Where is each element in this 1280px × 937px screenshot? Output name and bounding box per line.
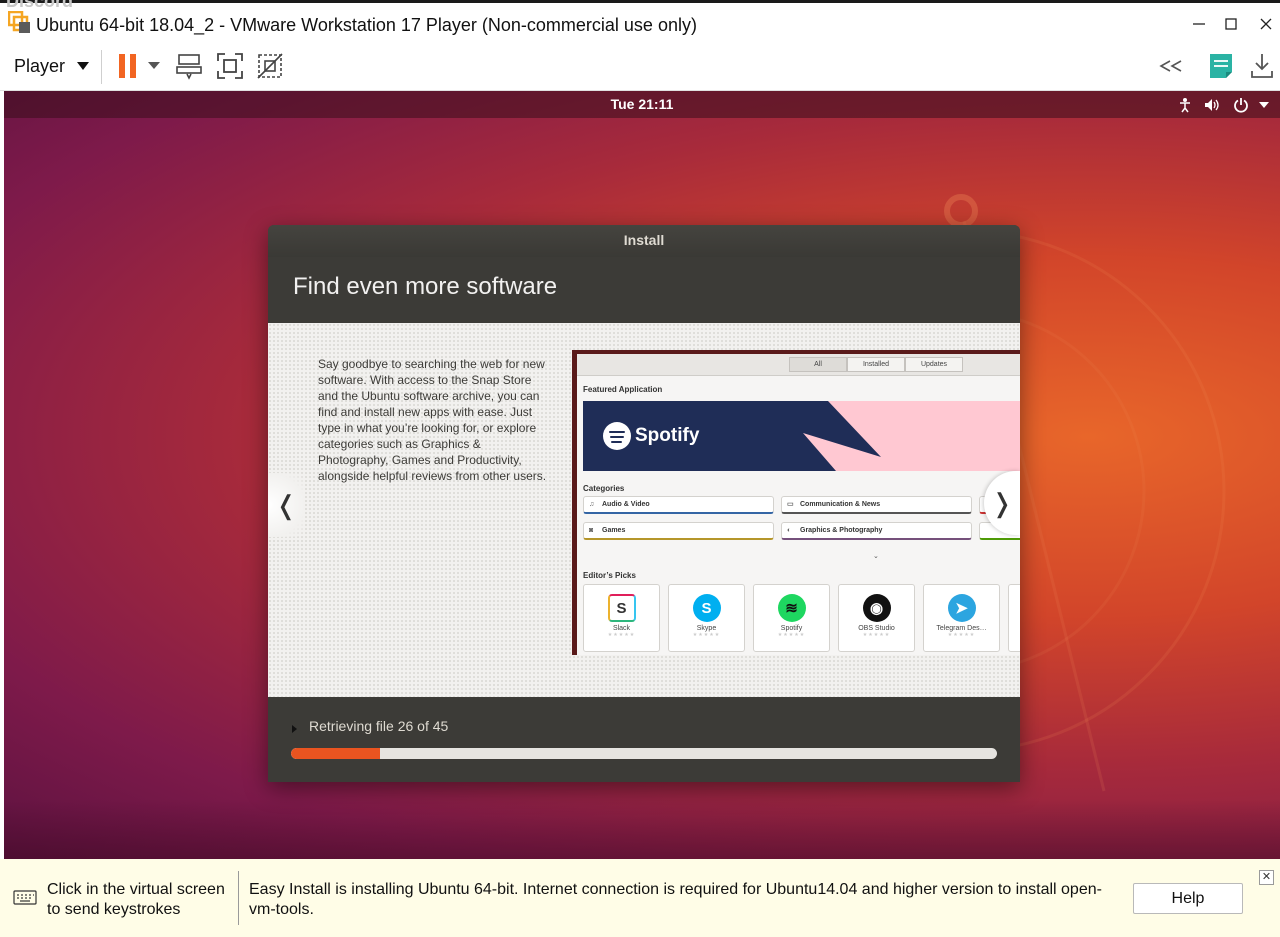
spotify-icon: ≋: [777, 594, 806, 622]
screenshot-tab: All: [789, 357, 847, 372]
installer-title: Install: [268, 225, 1020, 257]
chevron-down-icon[interactable]: [1256, 95, 1272, 115]
download-icon: [1251, 54, 1273, 78]
window-titlebar: Discord Ubuntu 64-bit 18.04_2 - VMware W…: [0, 0, 1280, 42]
power-icon[interactable]: [1231, 95, 1251, 115]
slack-icon: S: [607, 594, 636, 622]
close-icon[interactable]: ✕: [1259, 870, 1274, 885]
progress-status: Retrieving file 26 of 45: [309, 718, 449, 734]
full-screen-button[interactable]: [212, 48, 248, 84]
pick-skype: S Skype ★★★★★: [668, 584, 745, 652]
install-progress-area: Retrieving file 26 of 45: [268, 697, 1020, 782]
window-title: Ubuntu 64-bit 18.04_2 - VMware Workstati…: [36, 15, 697, 35]
minimize-icon: [1193, 23, 1205, 25]
expand-details-icon[interactable]: [292, 725, 297, 733]
double-chevron-left-icon: [1159, 60, 1182, 72]
note-icon: [1210, 54, 1232, 78]
pause-icon: [119, 54, 136, 78]
pause-options-dropdown[interactable]: [140, 48, 168, 84]
spotify-logo: Spotify: [603, 422, 699, 450]
virtual-machine-screen[interactable]: Tue 21:11 Install Find even more softwar…: [4, 91, 1280, 859]
toolbar-divider: [101, 50, 102, 84]
slide-heading: Find even more software: [293, 273, 558, 300]
previous-slide-button[interactable]: ❬: [268, 473, 304, 537]
featured-banner: Spotify: [583, 401, 1020, 471]
maximize-button[interactable]: [1214, 7, 1248, 41]
chat-icon: ▭: [787, 501, 794, 508]
close-icon: [1260, 18, 1272, 30]
volume-icon[interactable]: [1202, 95, 1222, 115]
keyboard-icon: [13, 890, 37, 905]
categories-label: Categories: [583, 484, 625, 493]
vmware-icon: [8, 11, 30, 33]
telegram-icon: ➤: [947, 594, 976, 622]
pick-partial: [1008, 584, 1020, 652]
fullscreen-icon: [217, 53, 243, 79]
installer-window: Install Find even more software Say good…: [268, 225, 1020, 782]
screenshot-header: All Installed Updates: [577, 354, 1020, 376]
screenshot-tab: Updates: [905, 357, 963, 372]
send-ctrl-alt-del-button[interactable]: [171, 48, 207, 84]
clock[interactable]: Tue 21:11: [4, 91, 1280, 118]
pick-obs-studio: ◉ OBS Studio ★★★★★: [838, 584, 915, 652]
progress-bar: [291, 748, 997, 759]
category-graphics-photography: ◐ Graphics & Photography: [781, 522, 972, 540]
pick-spotify: ≋ Spotify ★★★★★: [753, 584, 830, 652]
screenshot-tab: Installed: [847, 357, 905, 372]
help-button[interactable]: Help: [1133, 883, 1243, 914]
infobar-divider: [238, 871, 239, 925]
music-icon: ♫: [589, 501, 595, 508]
category-communication-news: ▭ Communication & News: [781, 496, 972, 514]
palette-icon: ◐: [787, 527, 792, 534]
player-menu-label: Player: [14, 55, 66, 76]
maximize-icon: [1225, 18, 1237, 30]
unity-mode-button[interactable]: [252, 48, 288, 84]
chevron-left-icon: ❬: [275, 489, 297, 520]
pick-slack: S Slack ★★★★★: [583, 584, 660, 652]
progress-fill: [291, 748, 380, 759]
keystroke-hint: Click in the virtual screen to send keys…: [47, 881, 225, 918]
editors-picks-label: Editor’s Picks: [583, 571, 636, 580]
player-menu[interactable]: Player: [8, 50, 95, 82]
category-audio-video: ♫ Audio & Video: [583, 496, 774, 514]
accessibility-icon[interactable]: [1176, 95, 1194, 115]
slide-description: Say goodbye to searching the web for new…: [318, 357, 547, 483]
chevron-down-icon: ⌄: [873, 553, 879, 560]
software-center-screenshot: All Installed Updates Featured Applicati…: [572, 350, 1020, 655]
skype-icon: S: [692, 594, 721, 622]
featured-label: Featured Application: [583, 385, 663, 394]
send-keys-icon: [176, 54, 202, 80]
minimize-button[interactable]: [1182, 7, 1216, 41]
wallpaper-shade: [4, 799, 1280, 859]
toolbar: Player: [0, 42, 1280, 91]
chevron-right-icon: ❭: [991, 487, 1013, 518]
unity-icon: [257, 53, 283, 79]
message-log-button[interactable]: [1203, 48, 1239, 84]
category-games: ◙ Games: [583, 522, 774, 540]
gamepad-icon: ◙: [589, 527, 594, 534]
collapse-toolbar-button[interactable]: [1153, 48, 1189, 84]
spotify-icon: [603, 422, 631, 450]
hint-bar: Click in the virtual screen to send keys…: [0, 859, 1280, 937]
featured-app-name: Spotify: [635, 425, 700, 446]
easy-install-message: Easy Install is installing Ubuntu 64-bit…: [249, 881, 1102, 918]
download-button[interactable]: [1244, 48, 1280, 84]
obs-icon: ◉: [862, 594, 891, 622]
chevron-down-icon: [77, 62, 90, 70]
chevron-down-icon: [148, 62, 160, 69]
close-button[interactable]: [1249, 7, 1280, 41]
slideshow: Say goodbye to searching the web for new…: [268, 323, 1020, 697]
pick-telegram: ➤ Telegram Des… ★★★★★: [923, 584, 1000, 652]
